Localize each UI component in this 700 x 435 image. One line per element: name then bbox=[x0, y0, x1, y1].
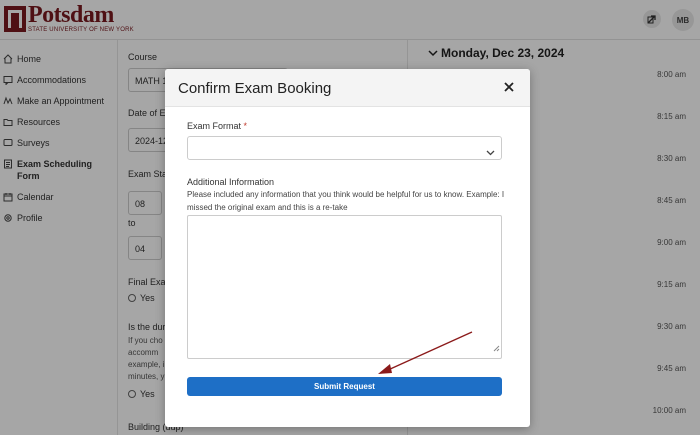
exam-format-label: Exam Format * bbox=[187, 121, 247, 131]
additional-info-help: Please included any information that you… bbox=[187, 190, 505, 212]
resize-handle-icon[interactable] bbox=[493, 339, 500, 357]
additional-info-textarea[interactable] bbox=[187, 215, 502, 359]
exam-format-select[interactable] bbox=[187, 136, 502, 160]
submit-request-button[interactable]: Submit Request bbox=[187, 377, 502, 396]
additional-info-label: Additional Information bbox=[187, 177, 275, 187]
dialog-header: Confirm Exam Booking bbox=[165, 69, 530, 107]
confirm-exam-booking-dialog: Confirm Exam Booking Exam Format * Addit… bbox=[165, 69, 530, 427]
chevron-down-icon bbox=[486, 144, 495, 162]
close-icon[interactable] bbox=[502, 80, 516, 94]
required-asterisk: * bbox=[243, 121, 248, 131]
exam-format-label-text: Exam Format bbox=[187, 121, 242, 131]
dialog-title: Confirm Exam Booking bbox=[178, 80, 332, 97]
